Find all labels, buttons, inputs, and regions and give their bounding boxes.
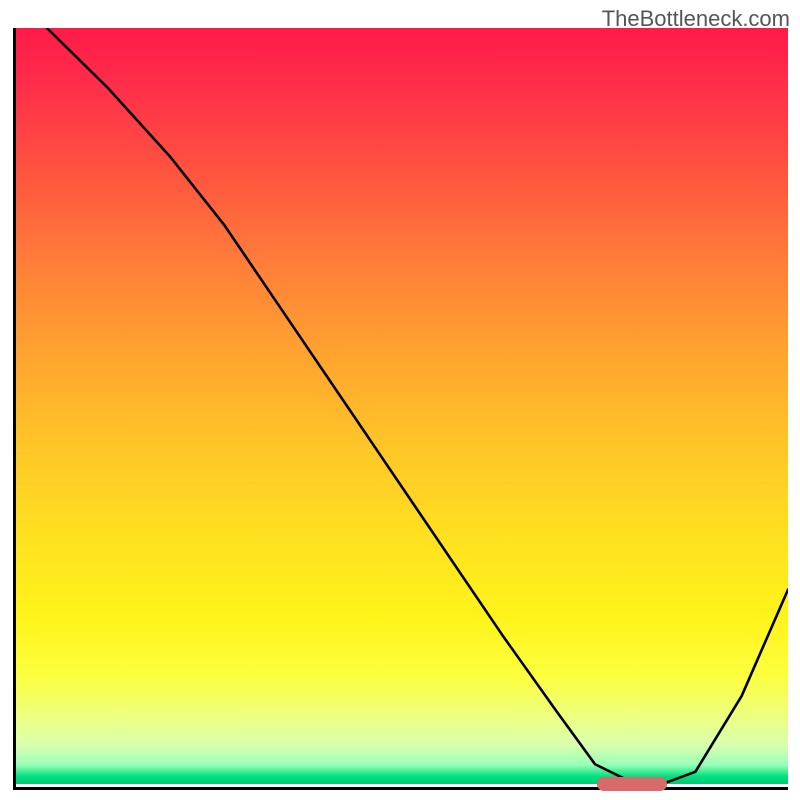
- optimal-range-marker: [597, 777, 667, 791]
- chart-line: [16, 28, 788, 787]
- watermark-text: TheBottleneck.com: [602, 6, 790, 32]
- chart-frame: [13, 28, 788, 790]
